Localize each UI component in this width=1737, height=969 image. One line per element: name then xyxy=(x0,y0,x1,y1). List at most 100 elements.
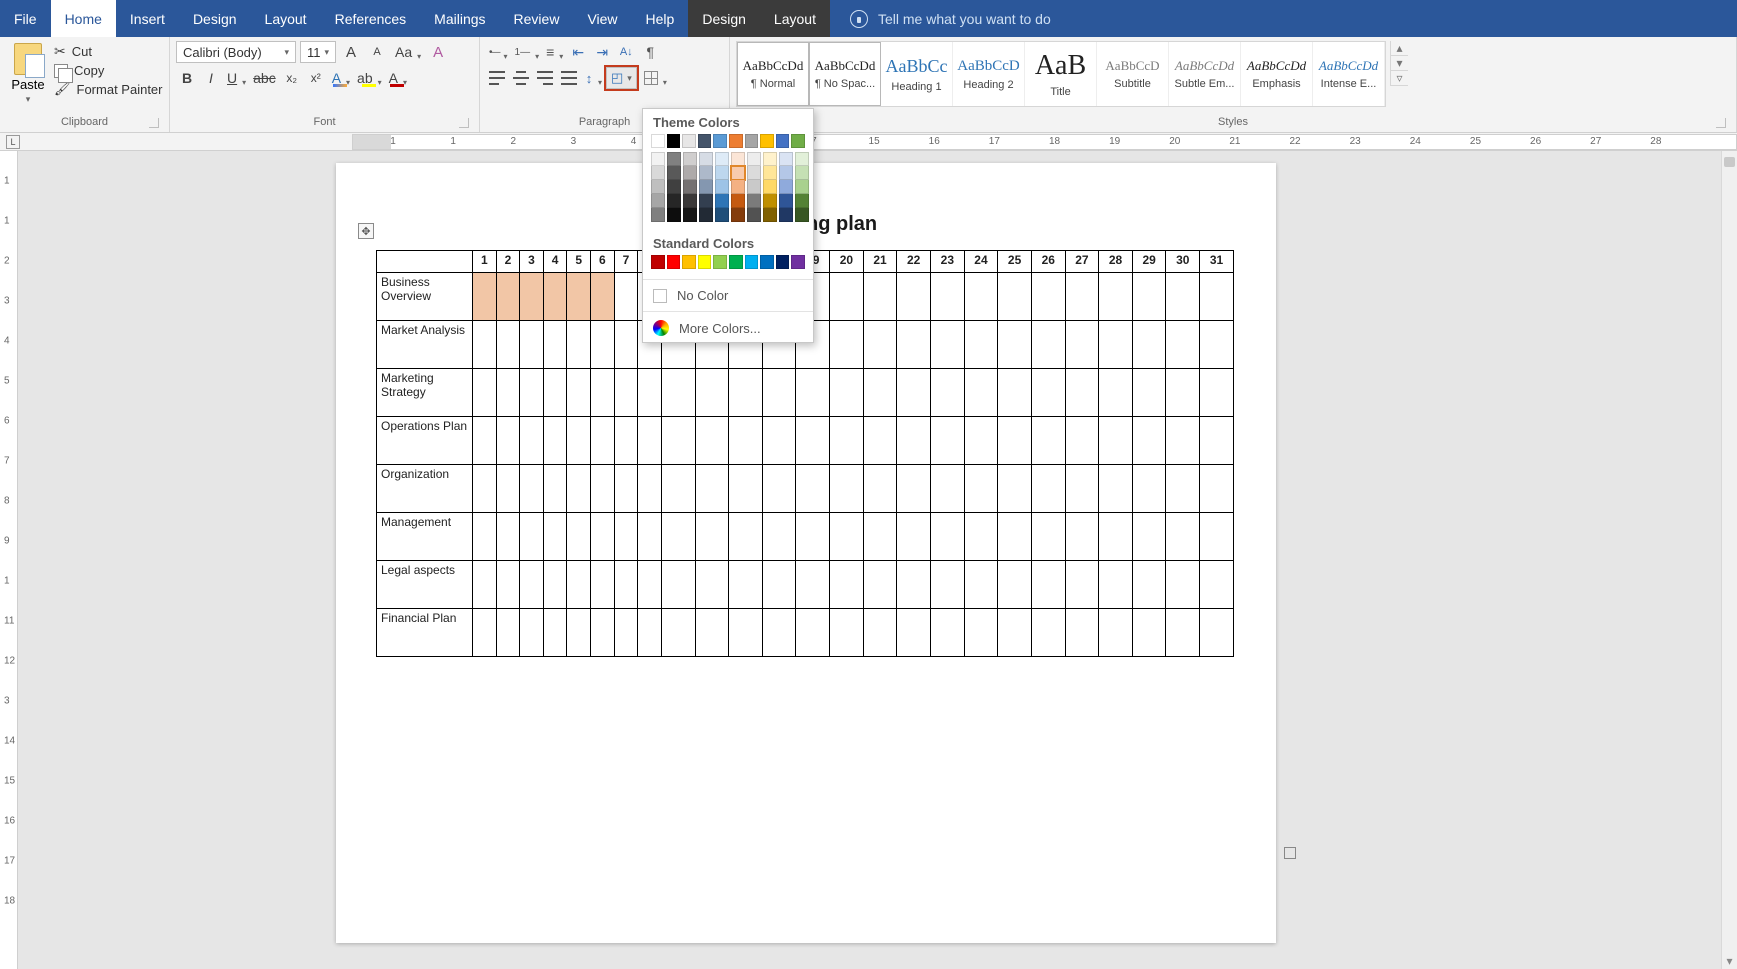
plan-cell[interactable] xyxy=(543,609,567,657)
plan-cell[interactable] xyxy=(897,513,931,561)
theme-swatch[interactable] xyxy=(667,134,681,148)
shade-swatch[interactable] xyxy=(795,166,809,180)
cut-button[interactable]: Cut xyxy=(54,43,163,60)
gallery-down[interactable]: ▾ xyxy=(1391,56,1408,71)
plan-cell[interactable] xyxy=(520,417,544,465)
shade-swatch[interactable] xyxy=(795,194,809,208)
style-item-subtle-em-[interactable]: AaBbCcDdSubtle Em... xyxy=(1169,42,1241,106)
plan-corner-cell[interactable] xyxy=(377,251,473,273)
plan-cell[interactable] xyxy=(863,513,897,561)
shade-swatch[interactable] xyxy=(651,208,665,222)
plan-cell[interactable] xyxy=(591,417,615,465)
style-item-emphasis[interactable]: AaBbCcDdEmphasis xyxy=(1241,42,1313,106)
shade-swatch[interactable] xyxy=(795,180,809,194)
plan-row-label[interactable]: Legal aspects xyxy=(377,561,473,609)
shade-swatch[interactable] xyxy=(699,180,713,194)
plan-cell[interactable] xyxy=(964,321,998,369)
horizontal-ruler[interactable]: 112345671516171819202122232425262728 xyxy=(352,134,1737,150)
shade-swatch[interactable] xyxy=(715,208,729,222)
plan-cell[interactable] xyxy=(931,513,965,561)
shade-swatch[interactable] xyxy=(747,208,761,222)
shade-swatch[interactable] xyxy=(747,180,761,194)
plan-cell[interactable] xyxy=(729,513,763,561)
vertical-scrollbar[interactable]: ▴ ▾ xyxy=(1721,151,1737,969)
tell-me-search[interactable]: Tell me what you want to do xyxy=(850,0,1051,37)
plan-cell[interactable] xyxy=(762,465,796,513)
plan-cell[interactable] xyxy=(567,417,591,465)
shade-swatch[interactable] xyxy=(763,194,777,208)
table-row[interactable]: Financial Plan xyxy=(377,609,1234,657)
plan-row-label[interactable]: Management xyxy=(377,513,473,561)
shade-swatch[interactable] xyxy=(731,180,745,194)
theme-swatch[interactable] xyxy=(713,134,727,148)
plan-cell[interactable] xyxy=(931,561,965,609)
plan-cell[interactable] xyxy=(931,273,965,321)
shade-swatch[interactable] xyxy=(747,166,761,180)
style-item-heading-2[interactable]: AaBbCcDHeading 2 xyxy=(953,42,1025,106)
plan-cell[interactable] xyxy=(695,561,729,609)
plan-cell[interactable] xyxy=(830,465,864,513)
plan-cell[interactable] xyxy=(1099,513,1133,561)
plan-col-header[interactable]: 5 xyxy=(567,251,591,273)
shade-swatch[interactable] xyxy=(715,152,729,166)
style-item--normal[interactable]: AaBbCcDd¶ Normal xyxy=(737,42,809,106)
plan-row-label[interactable]: Operations Plan xyxy=(377,417,473,465)
standard-swatch[interactable] xyxy=(667,255,681,269)
plan-col-header[interactable]: 31 xyxy=(1200,251,1234,273)
shade-swatch[interactable] xyxy=(683,152,697,166)
plan-cell[interactable] xyxy=(830,513,864,561)
plan-cell[interactable] xyxy=(543,369,567,417)
plan-cell[interactable] xyxy=(964,369,998,417)
gallery-expand[interactable]: ▿ xyxy=(1391,71,1408,86)
plan-cell[interactable] xyxy=(591,561,615,609)
plan-cell[interactable] xyxy=(520,321,544,369)
plan-cell[interactable] xyxy=(496,609,520,657)
plan-cell[interactable] xyxy=(1200,609,1234,657)
plan-cell[interactable] xyxy=(520,609,544,657)
plan-col-header[interactable]: 22 xyxy=(897,251,931,273)
plan-col-header[interactable]: 20 xyxy=(830,251,864,273)
plan-col-header[interactable]: 29 xyxy=(1132,251,1166,273)
plan-cell[interactable] xyxy=(1132,321,1166,369)
table-move-handle[interactable] xyxy=(358,223,374,239)
subscript-button[interactable]: x₂ xyxy=(281,67,303,89)
plan-cell[interactable] xyxy=(661,369,695,417)
plan-cell[interactable] xyxy=(520,465,544,513)
plan-cell[interactable] xyxy=(998,465,1032,513)
table-row[interactable]: Organization xyxy=(377,465,1234,513)
plan-row-label[interactable]: Financial Plan xyxy=(377,609,473,657)
tab-design[interactable]: Design xyxy=(179,0,251,37)
borders-button[interactable] xyxy=(639,67,669,89)
plan-col-header[interactable]: 4 xyxy=(543,251,567,273)
shade-swatch[interactable] xyxy=(779,180,793,194)
shade-swatch[interactable] xyxy=(683,166,697,180)
plan-cell[interactable] xyxy=(1031,561,1065,609)
plan-cell[interactable] xyxy=(762,417,796,465)
tab-references[interactable]: References xyxy=(321,0,421,37)
plan-cell[interactable] xyxy=(614,513,638,561)
more-colors-item[interactable]: More Colors... xyxy=(643,314,813,342)
plan-cell[interactable] xyxy=(1166,609,1200,657)
plan-cell[interactable] xyxy=(1065,561,1099,609)
plan-cell[interactable] xyxy=(591,465,615,513)
shade-swatch[interactable] xyxy=(731,166,745,180)
plan-col-header[interactable]: 2 xyxy=(496,251,520,273)
plan-cell[interactable] xyxy=(473,513,497,561)
plan-cell[interactable] xyxy=(897,561,931,609)
plan-cell[interactable] xyxy=(931,609,965,657)
plan-cell[interactable] xyxy=(1132,513,1166,561)
highlight-button[interactable]: ab xyxy=(354,67,384,89)
shade-swatch[interactable] xyxy=(715,194,729,208)
copy-button[interactable]: Copy xyxy=(54,63,163,78)
plan-cell[interactable] xyxy=(863,369,897,417)
plan-cell[interactable] xyxy=(567,465,591,513)
bold-button[interactable]: B xyxy=(176,67,198,89)
shade-swatch[interactable] xyxy=(667,208,681,222)
plan-cell[interactable] xyxy=(638,369,662,417)
plan-cell[interactable] xyxy=(1031,609,1065,657)
shade-swatch[interactable] xyxy=(651,180,665,194)
plan-col-header[interactable]: 6 xyxy=(591,251,615,273)
plan-cell[interactable] xyxy=(1065,321,1099,369)
shade-swatch[interactable] xyxy=(651,194,665,208)
plan-cell[interactable] xyxy=(638,513,662,561)
